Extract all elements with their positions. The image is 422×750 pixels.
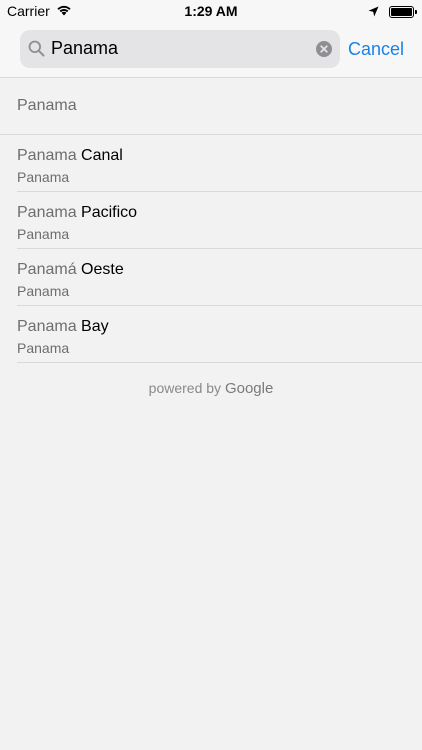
cancel-button[interactable]: Cancel: [348, 39, 404, 60]
search-bar: Panama Cancel: [0, 22, 422, 78]
result-primary-text: Panama Canal: [17, 147, 123, 165]
list-item[interactable]: Panama Canal Panama: [0, 135, 422, 192]
result-rows: Panama Canal Panama Panama Pacifico Panama P…: [0, 135, 422, 363]
status-bar: Carrier 1:29 AM: [0, 0, 422, 22]
result-primary-text: Panama Bay: [17, 318, 109, 336]
result-match-text: Panamá: [17, 261, 77, 278]
result-match-text: Panama: [17, 147, 77, 164]
result-secondary-text: Panama: [17, 169, 70, 185]
query-suggestion[interactable]: Panama: [0, 78, 422, 135]
clear-text-icon[interactable]: [316, 41, 332, 62]
result-rest-text: Bay: [76, 318, 109, 335]
list-item[interactable]: Panamá Oeste Panama: [0, 249, 422, 306]
results-list: Panama Panama Canal Panama Panama Pacifico…: [0, 78, 422, 363]
result-rest-text: Oeste: [76, 261, 124, 278]
google-attribution: powered by Google: [0, 380, 422, 397]
search-icon: [28, 40, 45, 62]
list-item[interactable]: Panama Pacifico Panama: [0, 192, 422, 249]
result-secondary-text: Panama: [17, 283, 70, 299]
search-input[interactable]: Panama: [51, 38, 118, 59]
battery-icon: [389, 6, 417, 18]
result-match-text: Panama: [17, 318, 77, 335]
battery-level: [391, 8, 412, 16]
location-arrow-icon: [368, 4, 379, 20]
status-right: [368, 4, 417, 20]
result-primary-text: Panama Pacifico: [17, 204, 137, 222]
result-match-text: Panama: [17, 204, 77, 221]
result-primary-text: Panamá Oeste: [17, 261, 124, 279]
google-logo: Google: [224, 380, 274, 397]
divider: [17, 362, 422, 363]
result-rest-text: Canal: [76, 147, 123, 164]
list-item[interactable]: Panama Bay Panama: [0, 306, 422, 363]
clock: 1:29 AM: [184, 3, 238, 19]
attribution-prefix: powered by: [148, 380, 222, 396]
result-secondary-text: Panama: [17, 226, 70, 242]
result-secondary-text: Panama: [17, 340, 70, 356]
result-rest-text: Pacifico: [76, 204, 138, 221]
search-field[interactable]: Panama: [20, 30, 340, 68]
